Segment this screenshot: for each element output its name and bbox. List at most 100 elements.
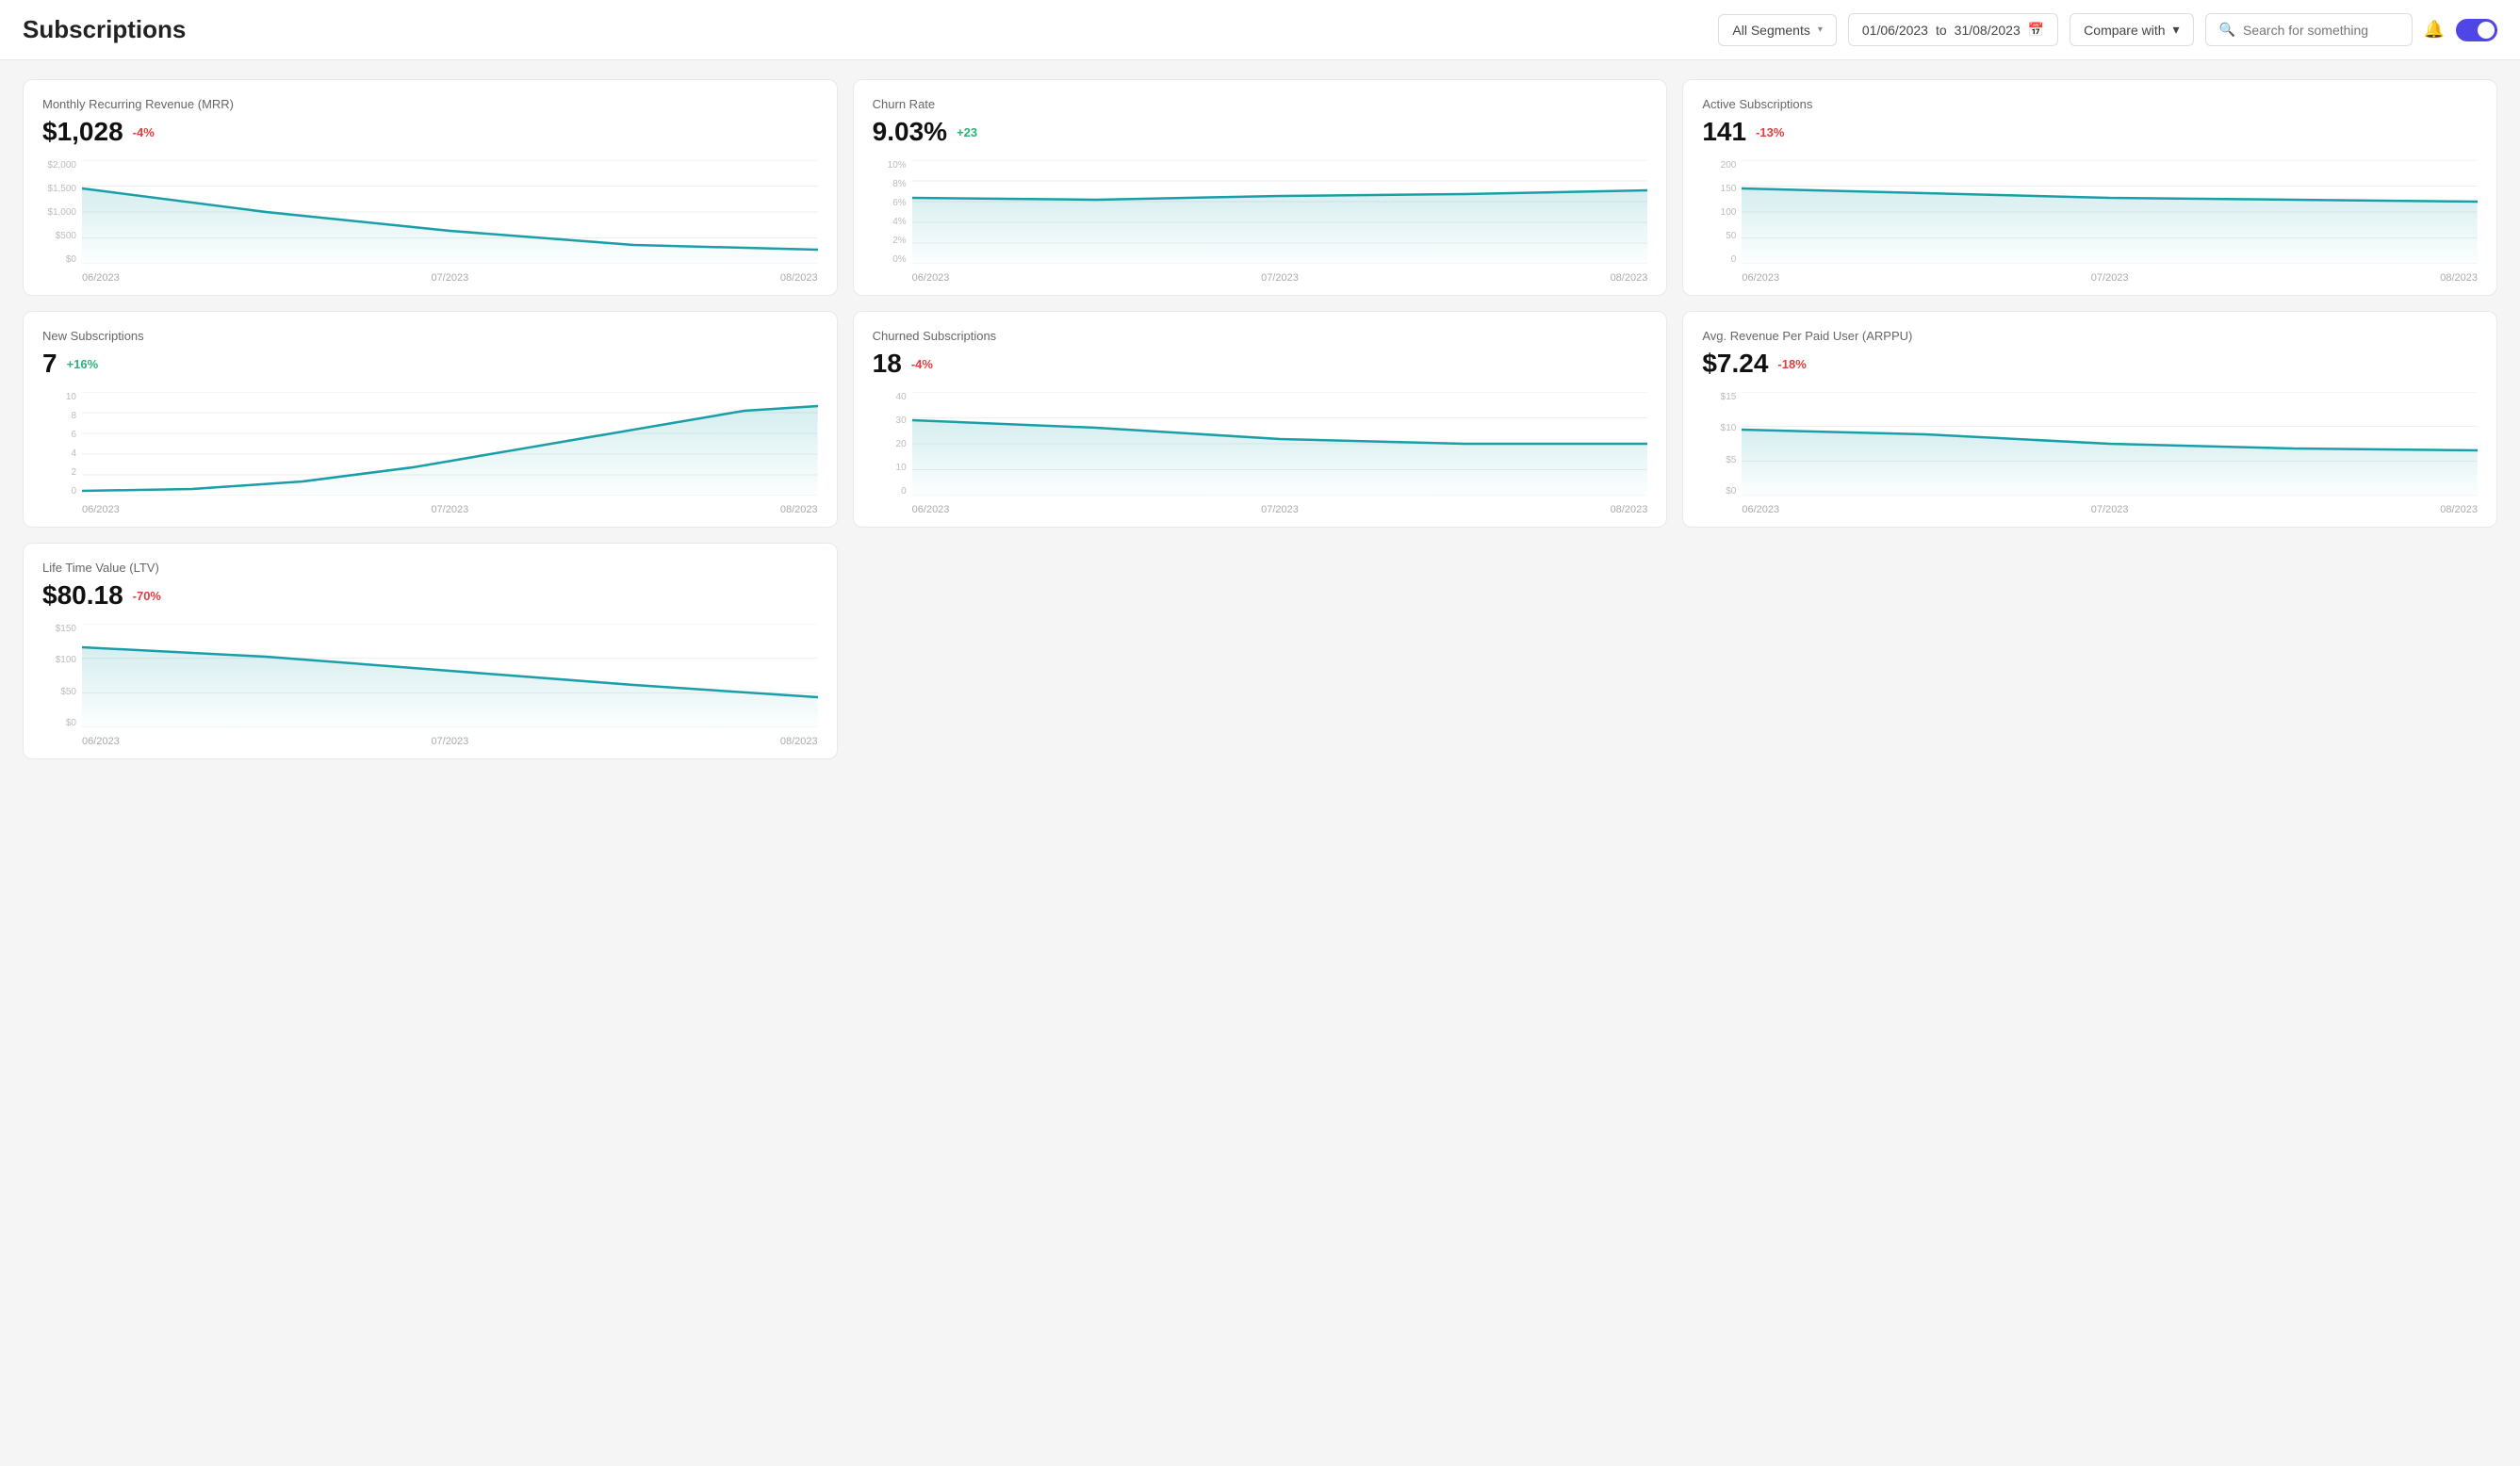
x-label: 06/2023 [1742, 272, 1779, 284]
x-label: 06/2023 [912, 272, 950, 284]
compare-label: Compare with [2084, 23, 2165, 38]
chart-wrapper-active: 200150100500 [1702, 160, 2478, 284]
card-badge-churn: +23 [957, 125, 977, 139]
x-label: 07/2023 [1261, 504, 1299, 515]
y-label: $10 [1702, 423, 1736, 433]
card-badge-ltv: -70% [133, 589, 161, 603]
card-badge-mrr: -4% [133, 125, 155, 139]
card-title-churn: Churn Rate [873, 97, 1648, 111]
x-label: 07/2023 [2091, 504, 2129, 515]
compare-dropdown[interactable]: Compare with ▾ [2070, 13, 2193, 46]
card-value-active: 141 [1702, 117, 1746, 147]
card-badge-arppu: -18% [1777, 357, 1806, 371]
card-title-new_subs: New Subscriptions [42, 329, 818, 343]
y-label: 10% [873, 160, 907, 171]
x-label: 08/2023 [2440, 272, 2478, 284]
chart-x-labels-churned: 06/2023 07/2023 08/2023 [912, 504, 1648, 515]
chart-svg-new_subs [82, 392, 818, 496]
y-label: 40 [873, 392, 907, 402]
chart-wrapper-ltv: $150 $100 $50 $0 [42, 624, 818, 747]
card-title-active: Active Subscriptions [1702, 97, 2478, 111]
y-label: 10 [42, 392, 76, 402]
card-value-row-mrr: $1,028 -4% [42, 117, 818, 147]
card-value-row-ltv: $80.18 -70% [42, 580, 818, 611]
date-range-picker[interactable]: 01/06/2023 to 31/08/2023 📅 [1848, 13, 2058, 46]
search-box[interactable]: 🔍 [2205, 13, 2413, 46]
y-label: $5 [1702, 455, 1736, 465]
card-value-new_subs: 7 [42, 349, 57, 379]
card-value-arppu: $7.24 [1702, 349, 1768, 379]
y-label: 6 [42, 430, 76, 440]
x-label: 07/2023 [431, 272, 468, 284]
chart-wrapper-churn: 10%8%6%4%2%0% [873, 160, 1648, 284]
y-label: $0 [42, 254, 76, 265]
chart-x-labels-ltv: 06/2023 07/2023 08/2023 [82, 736, 818, 747]
card-value-row-churn: 9.03% +23 [873, 117, 1648, 147]
chart-svg-active [1742, 160, 2478, 264]
y-label: $100 [42, 655, 76, 665]
chart-x-labels-arppu: 06/202307/202308/2023 [1742, 504, 2478, 515]
card-arppu: Avg. Revenue Per Paid User (ARPPU) $7.24… [1682, 311, 2497, 528]
chart-wrapper-churned: 403020100 [873, 392, 1648, 515]
card-value-ltv: $80.18 [42, 580, 123, 611]
chart-x-labels-new_subs: 06/2023 07/2023 08/2023 [82, 504, 818, 515]
y-label: 50 [1702, 231, 1736, 241]
card-value-row-arppu: $7.24 -18% [1702, 349, 2478, 379]
card-badge-new_subs: +16% [67, 357, 99, 371]
x-label: 06/2023 [912, 504, 950, 515]
x-label: 06/2023 [82, 736, 120, 747]
y-label: 4 [42, 448, 76, 459]
y-label: 0% [873, 254, 907, 265]
chart-wrapper-mrr: $2,000$1,500$1,000$500$0 [42, 160, 818, 284]
date-from: 01/06/2023 [1862, 23, 1928, 38]
y-label: 0 [873, 486, 907, 497]
y-label: 150 [1702, 184, 1736, 194]
chart-svg-arppu [1742, 392, 2478, 496]
x-label: 06/2023 [82, 504, 120, 515]
y-label: 8 [42, 411, 76, 421]
chart-x-labels-active: 06/2023 07/2023 08/2023 [1742, 272, 2478, 284]
x-label: 06/2023 [82, 272, 120, 284]
chart-svg-ltv [82, 624, 818, 727]
y-label: 10 [873, 463, 907, 473]
y-label: 8% [873, 179, 907, 189]
y-label: 20 [873, 439, 907, 449]
y-label: 2% [873, 236, 907, 246]
card-value-churned: 18 [873, 349, 902, 379]
y-label: 200 [1702, 160, 1736, 171]
x-label: 07/2023 [1261, 272, 1299, 284]
chart-svg-churned [912, 392, 1648, 496]
x-label: 06/2023 [1742, 504, 1779, 515]
y-label: $2,000 [42, 160, 76, 171]
x-label: 07/2023 [431, 504, 468, 515]
card-title-mrr: Monthly Recurring Revenue (MRR) [42, 97, 818, 111]
chart-wrapper-arppu: $15$10$5$0 [1702, 392, 2478, 515]
search-icon: 🔍 [2219, 22, 2235, 38]
header-controls: All Segments ▾ 01/06/2023 to 31/08/2023 … [1718, 13, 2497, 46]
x-label: 08/2023 [1611, 504, 1648, 515]
y-label: $150 [42, 624, 76, 634]
card-mrr: Monthly Recurring Revenue (MRR) $1,028 -… [23, 79, 838, 296]
search-input[interactable] [2243, 23, 2398, 38]
calendar-icon: 📅 [2028, 22, 2044, 38]
x-label: 07/2023 [431, 736, 468, 747]
segment-dropdown[interactable]: All Segments ▾ [1718, 14, 1837, 46]
date-separator: to [1936, 23, 1947, 38]
y-label: 2 [42, 467, 76, 478]
card-value-row-churned: 18 -4% [873, 349, 1648, 379]
date-to: 31/08/2023 [1955, 23, 2021, 38]
card-value-mrr: $1,028 [42, 117, 123, 147]
segment-label: All Segments [1732, 23, 1809, 38]
x-label: 08/2023 [780, 504, 818, 515]
y-label: 0 [42, 486, 76, 497]
x-label: 07/2023 [2091, 272, 2129, 284]
y-label: $0 [42, 718, 76, 728]
toggle-switch[interactable] [2456, 19, 2497, 41]
card-churned: Churned Subscriptions 18 -4% 403020100 [853, 311, 1668, 528]
x-label: 08/2023 [780, 736, 818, 747]
bell-icon[interactable]: 🔔 [2424, 20, 2445, 40]
y-label: $50 [42, 687, 76, 697]
chart-wrapper-new_subs: 10 8 6 4 2 0 [42, 392, 818, 515]
cards-grid: Monthly Recurring Revenue (MRR) $1,028 -… [23, 79, 2497, 759]
chevron-down-icon-2: ▾ [2173, 22, 2180, 38]
